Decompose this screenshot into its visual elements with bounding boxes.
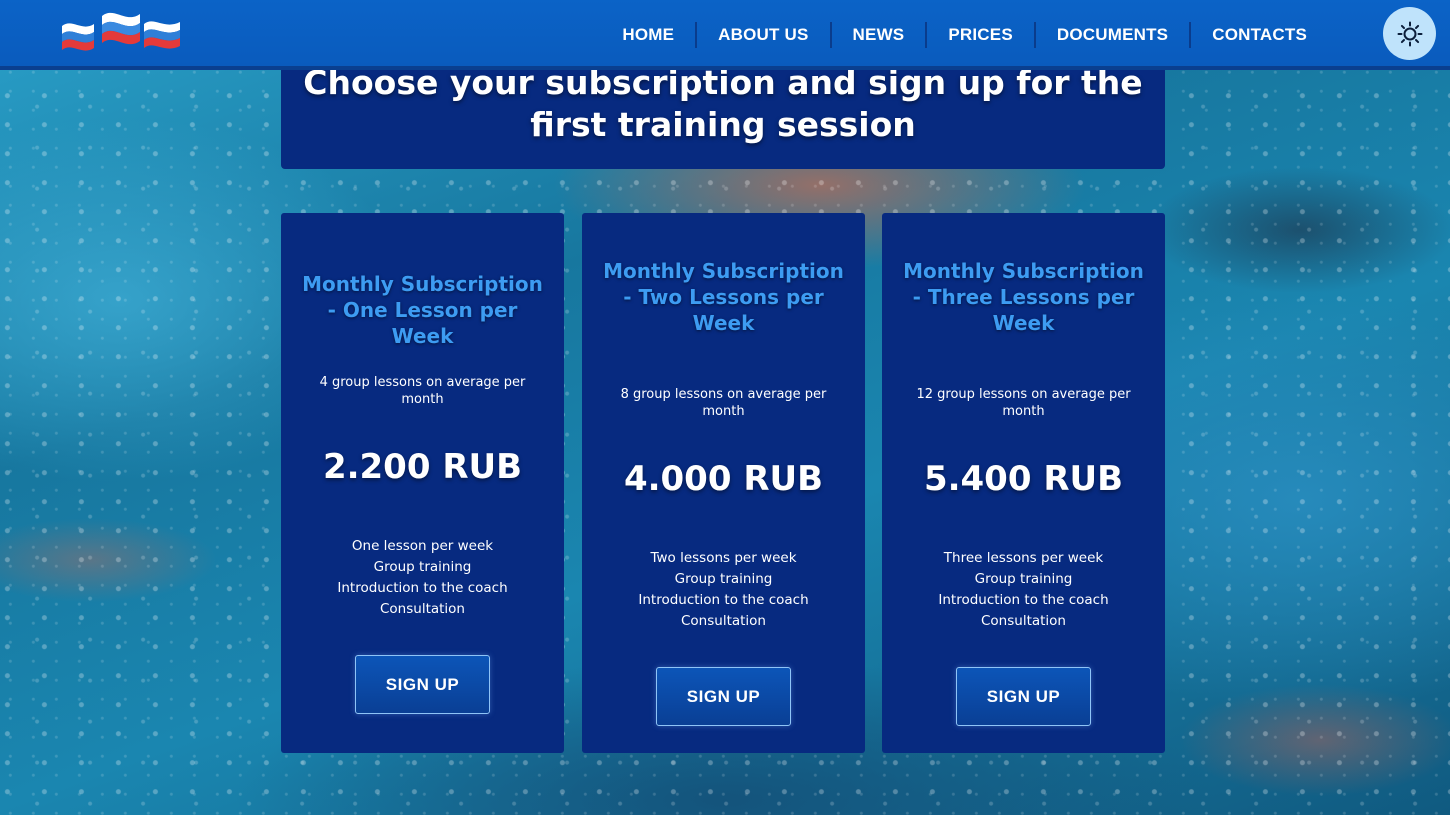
nav-prices[interactable]: PRICES (925, 22, 1034, 48)
sign-up-button[interactable]: SIGN UP (355, 655, 490, 714)
pricing-card-one-lesson: Monthly Subscription - One Lesson per We… (281, 213, 564, 753)
card-price: 2.200 RUB (322, 447, 523, 487)
card-title: Monthly Subscription - Two Lessons per W… (603, 259, 844, 335)
card-features: Three lessons per week Group training In… (902, 548, 1145, 632)
card-features: Two lessons per week Group training Intr… (602, 548, 845, 632)
feature-item: Consultation (680, 613, 766, 629)
feature-item: Consultation (379, 601, 465, 617)
site-header: HOME ABOUT US NEWS PRICES DOCUMENTS CONT… (0, 0, 1450, 70)
card-subtitle: 12 group lessons on average per month (916, 387, 1131, 419)
card-title: Monthly Subscription - One Lesson per We… (302, 272, 543, 348)
nav-contacts[interactable]: CONTACTS (1189, 22, 1328, 48)
feature-item: Group training (373, 559, 472, 575)
sign-up-button[interactable]: SIGN UP (956, 667, 1091, 726)
card-price: 5.400 RUB (923, 459, 1124, 499)
nav-documents[interactable]: DOCUMENTS (1033, 22, 1189, 48)
feature-item: Three lessons per week (943, 550, 1104, 566)
pricing-card-three-lessons: Monthly Subscription - Three Lessons per… (882, 213, 1165, 753)
feature-item: Consultation (980, 613, 1066, 629)
feature-item: Group training (974, 571, 1073, 587)
nav-about-us[interactable]: ABOUT US (695, 22, 829, 48)
sign-up-button[interactable]: SIGN UP (656, 667, 791, 726)
title-panel: Choose your subscription and sign up for… (281, 60, 1165, 169)
card-features: One lesson per week Group training Intro… (301, 536, 544, 620)
feature-item: Introduction to the coach (938, 592, 1109, 608)
nav-news[interactable]: NEWS (829, 22, 926, 48)
feature-item: Group training (674, 571, 773, 587)
theme-toggle-button[interactable] (1383, 7, 1436, 60)
feature-item: Introduction to the coach (638, 592, 809, 608)
card-subtitle: 4 group lessons on average per month (319, 375, 526, 407)
card-price: 4.000 RUB (623, 459, 824, 499)
page-title: Choose your subscription and sign up for… (303, 63, 1143, 144)
flag-waves-logo[interactable] (58, 4, 188, 66)
nav-home[interactable]: HOME (601, 22, 695, 48)
card-title: Monthly Subscription - Three Lessons per… (903, 259, 1144, 335)
feature-item: Two lessons per week (650, 550, 797, 566)
sun-icon (1397, 21, 1422, 46)
pricing-card-two-lessons: Monthly Subscription - Two Lessons per W… (582, 213, 865, 753)
feature-item: Introduction to the coach (337, 580, 508, 596)
main-nav: HOME ABOUT US NEWS PRICES DOCUMENTS CONT… (601, 0, 1328, 70)
feature-item: One lesson per week (351, 538, 494, 554)
card-subtitle: 8 group lessons on average per month (620, 387, 827, 419)
